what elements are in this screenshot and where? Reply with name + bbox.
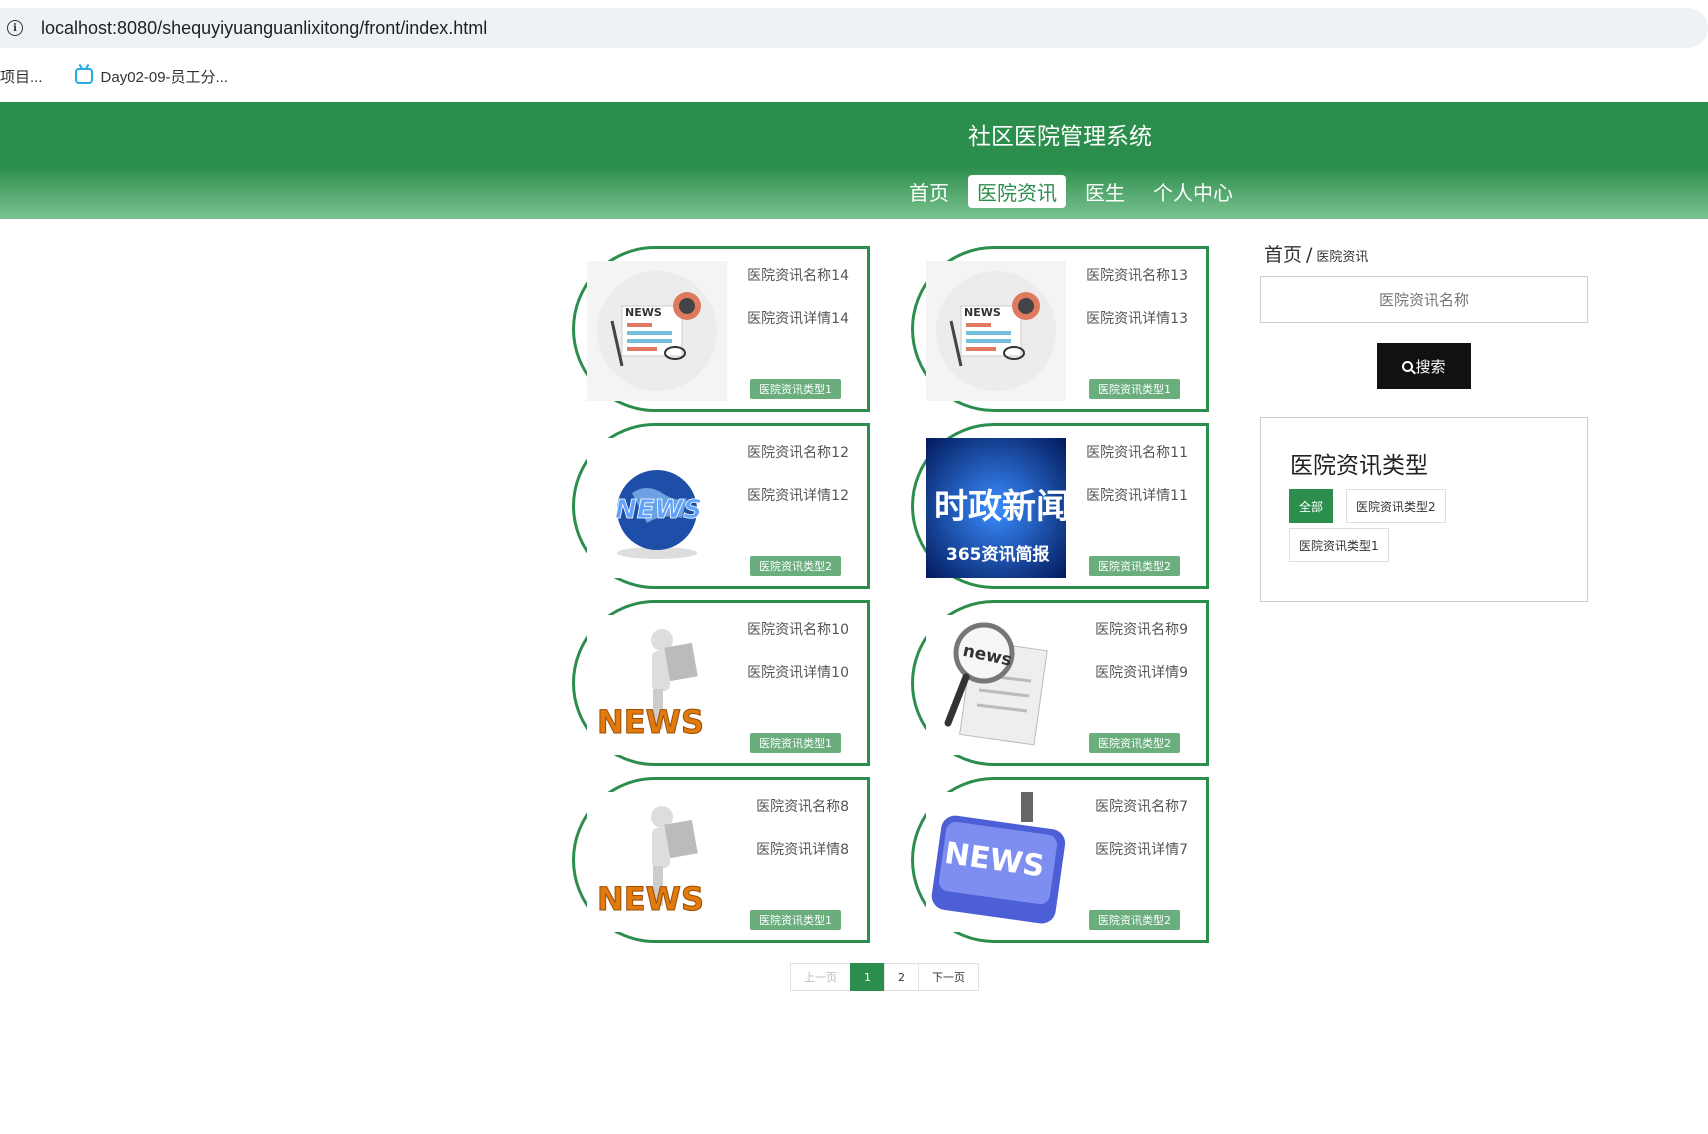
news-name: 医院资讯名称12 xyxy=(747,445,849,461)
news-detail: 医院资讯详情8 xyxy=(756,842,849,858)
url-text[interactable]: localhost:8080/shequyiyuanguanlixitong/f… xyxy=(41,18,487,39)
news-card[interactable]: NEWS 医院资讯名称8 医院资讯详情8 医院资讯类型1 xyxy=(572,777,870,943)
nav-home[interactable]: 首页 xyxy=(900,175,958,208)
breadcrumb-current: 医院资讯 xyxy=(1316,250,1369,265)
page-1-button[interactable]: 1 xyxy=(850,963,885,991)
type-chip-1[interactable]: 医院资讯类型1 xyxy=(1289,528,1389,562)
news-name: 医院资讯名称13 xyxy=(1086,268,1188,284)
type-chip-2[interactable]: 医院资讯类型2 xyxy=(1346,489,1446,523)
news-detail: 医院资讯详情14 xyxy=(747,311,849,327)
news-type-badge: 医院资讯类型1 xyxy=(750,733,841,753)
thumb-political-title: 时政新闻 xyxy=(934,487,1066,527)
search-button[interactable]: 搜索 xyxy=(1377,343,1471,389)
news-card[interactable]: NEWS 医院资讯名称7 医院资讯详情7 医院资讯类型2 xyxy=(911,777,1209,943)
type-filter-title: 医院资讯类型 xyxy=(1290,453,1428,479)
news-type-badge: 医院资讯类型2 xyxy=(750,556,841,576)
thumb-news-text: NEWS xyxy=(615,495,702,525)
bookmark-item[interactable]: 项目... xyxy=(0,66,43,87)
address-bar[interactable]: i localhost:8080/shequyiyuanguanlixitong… xyxy=(0,8,1708,48)
thumb-news-text: NEWS xyxy=(597,703,704,741)
news-card[interactable]: NEWS 医院资讯名称13 医院资讯详情13 医院资讯类型1 xyxy=(911,246,1209,412)
news-name: 医院资讯名称9 xyxy=(1095,622,1188,638)
main-nav: 首页 医院资讯 医生 个人中心 xyxy=(900,175,1242,208)
news-name: 医院资讯名称11 xyxy=(1086,445,1188,461)
news-type-filter-panel: 医院资讯类型 全部 医院资讯类型2 医院资讯类型1 xyxy=(1260,417,1588,602)
thumb-political-sub: 365资讯简报 xyxy=(946,544,1050,565)
news-figure-reading: NEWS xyxy=(587,792,727,932)
news-type-badge: 医院资讯类型1 xyxy=(750,910,841,930)
breadcrumb: 首页 / 医院资讯 xyxy=(1264,240,1368,267)
news-detail: 医院资讯详情9 xyxy=(1095,665,1188,681)
prev-page-button[interactable]: 上一页 xyxy=(790,963,851,991)
nav-hospital-news[interactable]: 医院资讯 xyxy=(968,175,1066,208)
news-card[interactable]: NEWS 医院资讯名称10 医院资讯详情10 医院资讯类型1 xyxy=(572,600,870,766)
news-figure-reading: NEWS xyxy=(587,615,727,755)
site-title: 社区医院管理系统 xyxy=(968,124,1152,150)
breadcrumb-separator: / xyxy=(1306,244,1313,266)
nav-doctor[interactable]: 医生 xyxy=(1076,175,1134,208)
news-name: 医院资讯名称14 xyxy=(747,268,849,284)
news-detail: 医院资讯详情11 xyxy=(1086,488,1188,504)
news-keyboard-key: NEWS xyxy=(926,792,1066,932)
news-name: 医院资讯名称7 xyxy=(1095,799,1188,815)
news-name: 医院资讯名称10 xyxy=(747,622,849,638)
news-paper-icon: NEWS xyxy=(587,261,727,401)
bookmark-label: Day02-09-员工分... xyxy=(100,68,229,86)
search-button-label: 搜索 xyxy=(1415,358,1446,376)
news-magnifier: news xyxy=(926,615,1066,755)
news-detail: 医院资讯详情13 xyxy=(1086,311,1188,327)
news-card[interactable]: NEWS 医院资讯名称12 医院资讯详情12 医院资讯类型2 xyxy=(572,423,870,589)
news-card[interactable]: news 医院资讯名称9 医院资讯详情9 医院资讯类型2 xyxy=(911,600,1209,766)
news-card[interactable]: 时政新闻 365资讯简报 医院资讯名称11 医院资讯详情11 医院资讯类型2 xyxy=(911,423,1209,589)
bilibili-icon xyxy=(74,68,93,84)
bookmarks-bar: 项目... Day02-09-员工分... xyxy=(0,58,1708,94)
news-type-badge: 医院资讯类型2 xyxy=(1089,556,1180,576)
thumb-news-text: NEWS xyxy=(964,306,1001,319)
news-detail: 医院资讯详情12 xyxy=(747,488,849,504)
next-page-button[interactable]: 下一页 xyxy=(918,963,979,991)
type-chip-all[interactable]: 全部 xyxy=(1289,489,1334,523)
news-type-badge: 医院资讯类型1 xyxy=(750,379,841,399)
pagination: 上一页 1 2 下一页 xyxy=(790,963,979,991)
news-name-search-input[interactable] xyxy=(1260,276,1588,323)
thumb-news-text: NEWS xyxy=(597,880,704,918)
news-detail: 医院资讯详情10 xyxy=(747,665,849,681)
news-globe-icon: NEWS xyxy=(587,438,727,578)
political-news-banner: 时政新闻 365资讯简报 xyxy=(926,438,1066,578)
nav-personal-center[interactable]: 个人中心 xyxy=(1144,175,1242,208)
bookmark-item[interactable]: Day02-09-员工分... xyxy=(74,66,229,87)
news-type-badge: 医院资讯类型1 xyxy=(1089,379,1180,399)
news-card[interactable]: NEWS 医院资讯名称14 医院资讯详情14 医院资讯类型1 xyxy=(572,246,870,412)
news-detail: 医院资讯详情7 xyxy=(1095,842,1188,858)
breadcrumb-home[interactable]: 首页 xyxy=(1264,244,1302,266)
thumb-news-text: NEWS xyxy=(625,306,662,319)
news-type-badge: 医院资讯类型2 xyxy=(1089,733,1180,753)
news-paper-icon: NEWS xyxy=(926,261,1066,401)
page-2-button[interactable]: 2 xyxy=(884,963,919,991)
site-info-icon[interactable]: i xyxy=(7,20,23,36)
news-name: 医院资讯名称8 xyxy=(756,799,849,815)
site-header: 社区医院管理系统 首页 医院资讯 医生 个人中心 xyxy=(0,102,1708,219)
news-type-badge: 医院资讯类型2 xyxy=(1089,910,1180,930)
search-icon xyxy=(1402,360,1414,372)
